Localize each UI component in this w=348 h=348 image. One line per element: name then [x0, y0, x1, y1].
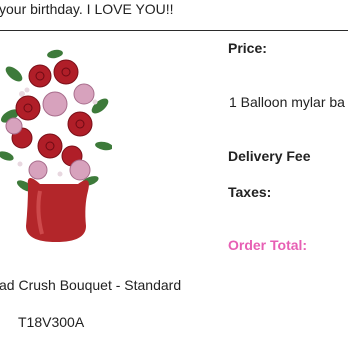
order-total-label: Order Total: — [228, 237, 308, 253]
order-summary-page: your birthday. I LOVE YOU!! Price: 1 Bal… — [0, 0, 348, 348]
delivery-fee-label: Delivery Fee — [228, 148, 311, 164]
bouquet-image — [0, 49, 112, 242]
vase — [26, 177, 89, 242]
card-message: your birthday. I LOVE YOU!! — [0, 1, 174, 17]
product-name: ad Crush Bouquet - Standard — [0, 277, 182, 293]
taxes-label: Taxes: — [228, 184, 272, 200]
item-description: 1 Balloon mylar ba — [229, 94, 345, 110]
product-code: T18V300A — [18, 314, 85, 330]
divider — [0, 30, 348, 31]
price-label: Price: — [228, 40, 267, 56]
